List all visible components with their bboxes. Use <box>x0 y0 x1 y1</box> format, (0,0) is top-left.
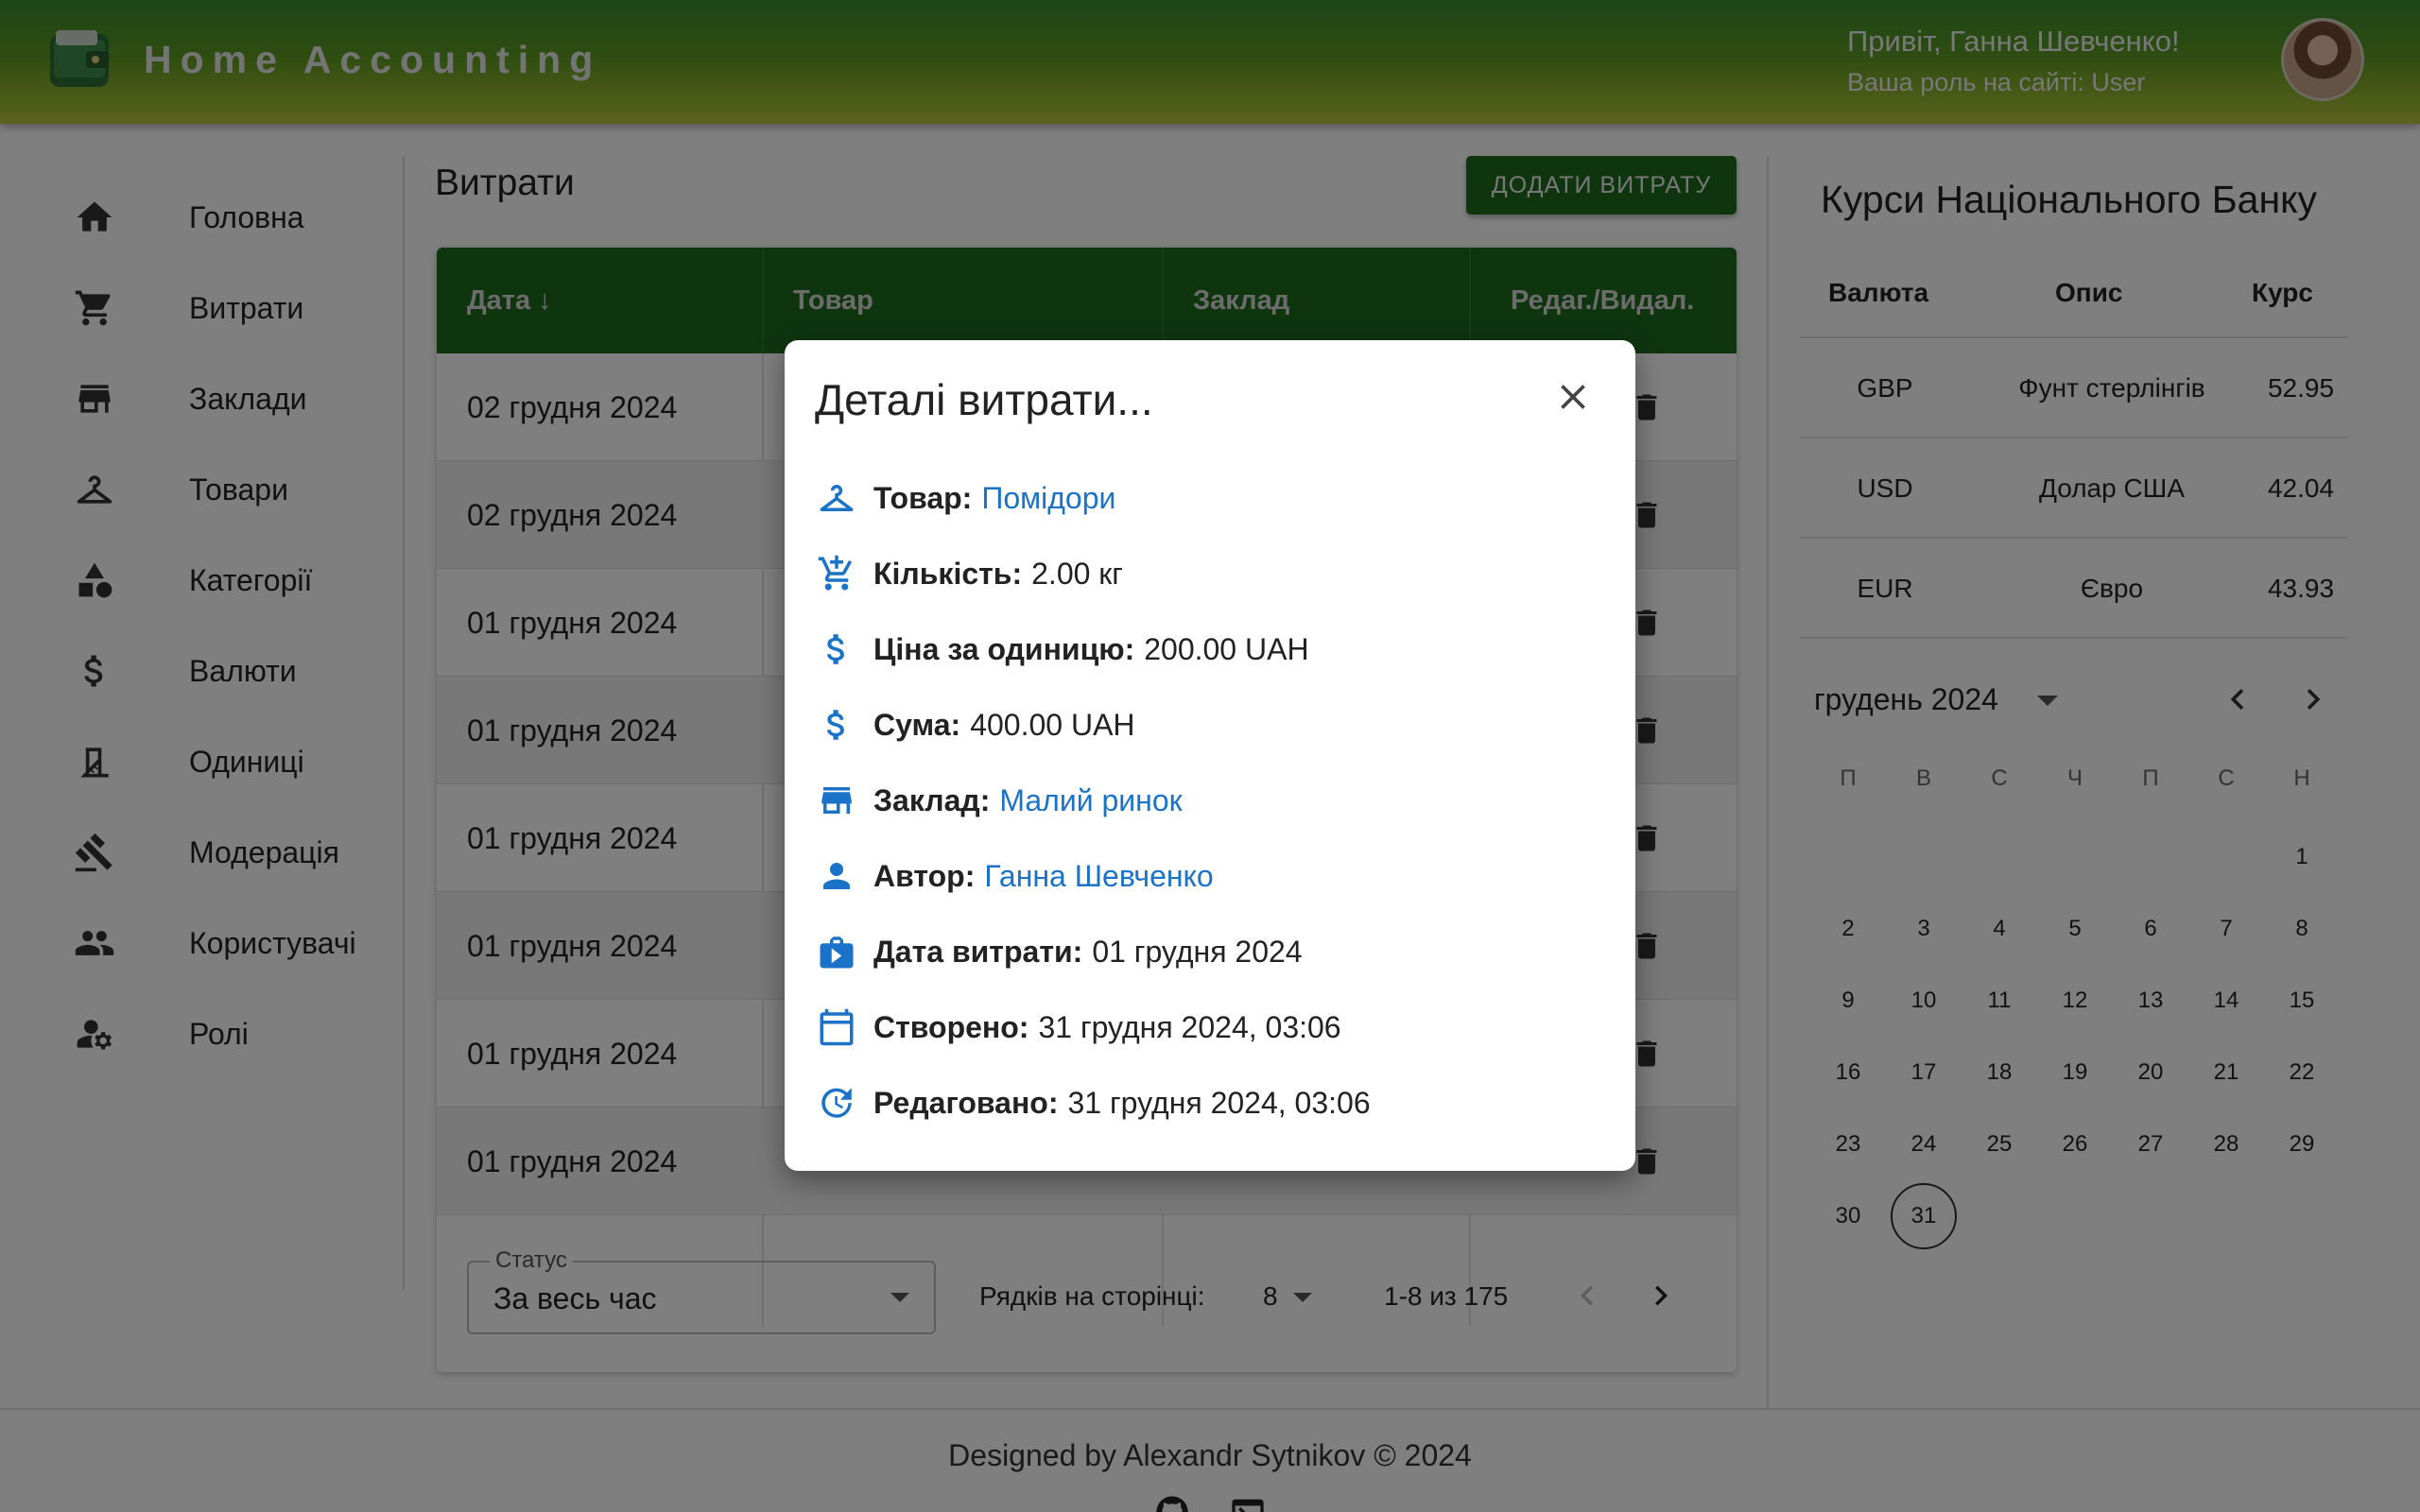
detail-label: Сума: <box>873 707 961 742</box>
detail-label: Автор: <box>873 858 976 893</box>
detail-value: 200.00 UAH <box>1144 631 1309 666</box>
detail-value: 31 грудня 2024, 03:06 <box>1067 1085 1371 1120</box>
goods-link[interactable]: Помідори <box>981 481 1115 516</box>
hanger-icon <box>815 476 858 520</box>
store-icon <box>815 779 858 822</box>
dialog-title: Деталі витрати... <box>815 375 1153 424</box>
author-link[interactable]: Ганна Шевченко <box>984 859 1213 894</box>
work-calendar-icon <box>815 930 858 973</box>
detail-author: Автор: Ганна Шевченко <box>815 848 1214 904</box>
detail-goods: Товар: Помідори <box>815 470 1115 526</box>
detail-value: 400.00 UAH <box>970 707 1135 742</box>
close-icon[interactable] <box>1552 376 1594 418</box>
detail-total: Сума: 400.00 UAH <box>815 696 1135 753</box>
detail-label: Створено: <box>873 1009 1029 1044</box>
detail-unit-price: Ціна за одиницю: 200.00 UAH <box>815 621 1309 678</box>
detail-value: 2.00 кг <box>1031 556 1123 591</box>
store-link[interactable]: Малий ринок <box>999 783 1182 818</box>
person-icon <box>815 854 858 898</box>
dollar-icon <box>815 627 858 671</box>
expense-details-dialog: Деталі витрати... Товар: Помідори Кількі… <box>785 340 1635 1171</box>
detail-quantity: Кількість: 2.00 кг <box>815 545 1123 602</box>
detail-store: Заклад: Малий ринок <box>815 772 1183 829</box>
detail-label: Ціна за одиницю: <box>873 631 1135 666</box>
detail-label: Товар: <box>873 480 973 515</box>
detail-label: Дата витрати: <box>873 934 1083 969</box>
cart-arrow-icon <box>815 552 858 595</box>
detail-label: Редаговано: <box>873 1085 1059 1120</box>
detail-expense-date: Дата витрати: 01 грудня 2024 <box>815 923 1303 980</box>
update-icon <box>815 1081 858 1125</box>
detail-created: Створено: 31 грудня 2024, 03:06 <box>815 999 1341 1056</box>
detail-edited: Редаговано: 31 грудня 2024, 03:06 <box>815 1074 1371 1131</box>
detail-value: 01 грудня 2024 <box>1092 934 1303 969</box>
detail-label: Кількість: <box>873 556 1023 591</box>
dollar-icon <box>815 703 858 747</box>
detail-value: 31 грудня 2024, 03:06 <box>1038 1009 1341 1044</box>
calendar-icon <box>815 1005 858 1049</box>
detail-label: Заклад: <box>873 782 991 817</box>
